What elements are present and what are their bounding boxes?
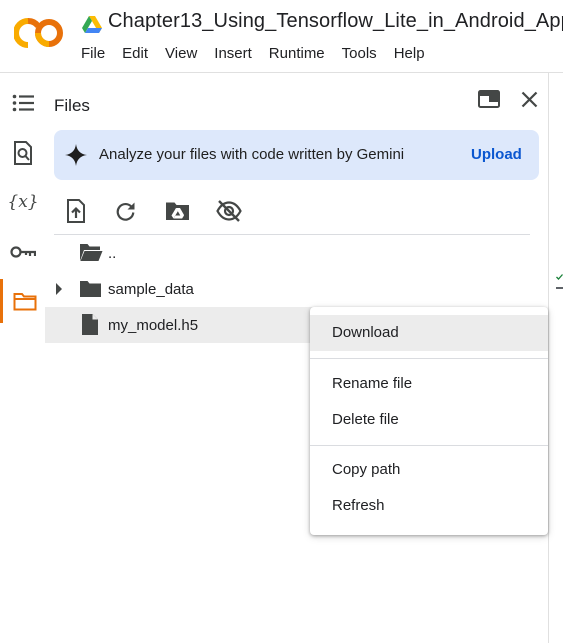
menu-bar: File Edit View Insert Runtime Tools Help: [81, 45, 442, 62]
file-icon: [82, 314, 98, 335]
folder-open-icon: [80, 244, 103, 261]
rail-find-replace[interactable]: [0, 131, 46, 175]
table-of-contents-icon: [12, 94, 34, 112]
tree-row-sample-data[interactable]: sample_data: [45, 271, 535, 307]
file-context-menu: Download Rename file Delete file Copy pa…: [310, 307, 548, 535]
menu-item-copy-path[interactable]: Copy path: [310, 452, 548, 488]
open-in-tab-icon[interactable]: [478, 90, 500, 108]
notebook-title[interactable]: Chapter13_Using_Tensorflow_Lite_in_Andro…: [108, 10, 563, 33]
menu-tools[interactable]: Tools: [342, 45, 377, 62]
folder-icon: [13, 292, 36, 310]
menu-separator: [310, 445, 548, 446]
app-header: Chapter13_Using_Tensorflow_Lite_in_Andro…: [0, 0, 563, 72]
menu-item-download[interactable]: Download: [310, 315, 548, 351]
expand-arrow-icon[interactable]: [55, 283, 63, 295]
cell-edge-fragment: [556, 284, 563, 293]
secrets-key-icon: [10, 246, 36, 258]
gemini-sparkle-icon: [65, 144, 87, 166]
tree-item-label: ..: [108, 245, 117, 262]
rail-table-of-contents[interactable]: [0, 81, 46, 125]
menu-item-refresh[interactable]: Refresh: [310, 488, 548, 524]
menu-item-rename-file[interactable]: Rename file: [310, 366, 548, 402]
menu-view[interactable]: View: [165, 45, 197, 62]
rail-variables[interactable]: {x}: [0, 180, 46, 224]
find-replace-icon: [14, 141, 32, 165]
menu-runtime[interactable]: Runtime: [269, 45, 325, 62]
header-divider: [0, 72, 563, 73]
folder-icon: [80, 281, 101, 297]
mount-drive-icon[interactable]: [165, 201, 190, 221]
upload-icon[interactable]: [66, 199, 86, 223]
menu-insert[interactable]: Insert: [214, 45, 252, 62]
menu-separator: [310, 358, 548, 359]
tree-item-label: sample_data: [108, 281, 194, 298]
menu-item-delete-file[interactable]: Delete file: [310, 402, 548, 438]
close-icon[interactable]: [521, 91, 538, 108]
panel-resize-border[interactable]: [548, 73, 549, 643]
hide-files-icon[interactable]: [216, 200, 242, 222]
gemini-upload-button[interactable]: Upload: [471, 146, 522, 163]
menu-edit[interactable]: Edit: [122, 45, 148, 62]
rail-files[interactable]: [0, 279, 46, 323]
variables-icon: {x}: [7, 192, 39, 212]
google-drive-icon[interactable]: [82, 16, 102, 34]
check-icon: [556, 274, 563, 280]
gemini-banner-text: Analyze your files with code written by …: [99, 146, 405, 163]
menu-help[interactable]: Help: [394, 45, 425, 62]
rail-secrets[interactable]: [0, 230, 46, 274]
tree-row-parent[interactable]: ..: [45, 235, 535, 271]
files-panel-title: Files: [54, 96, 90, 115]
refresh-icon[interactable]: [115, 201, 136, 222]
tree-item-label: my_model.h5: [108, 317, 199, 334]
left-rail: {x}: [0, 73, 46, 643]
colab-logo[interactable]: [14, 16, 64, 50]
menu-file[interactable]: File: [81, 45, 105, 62]
